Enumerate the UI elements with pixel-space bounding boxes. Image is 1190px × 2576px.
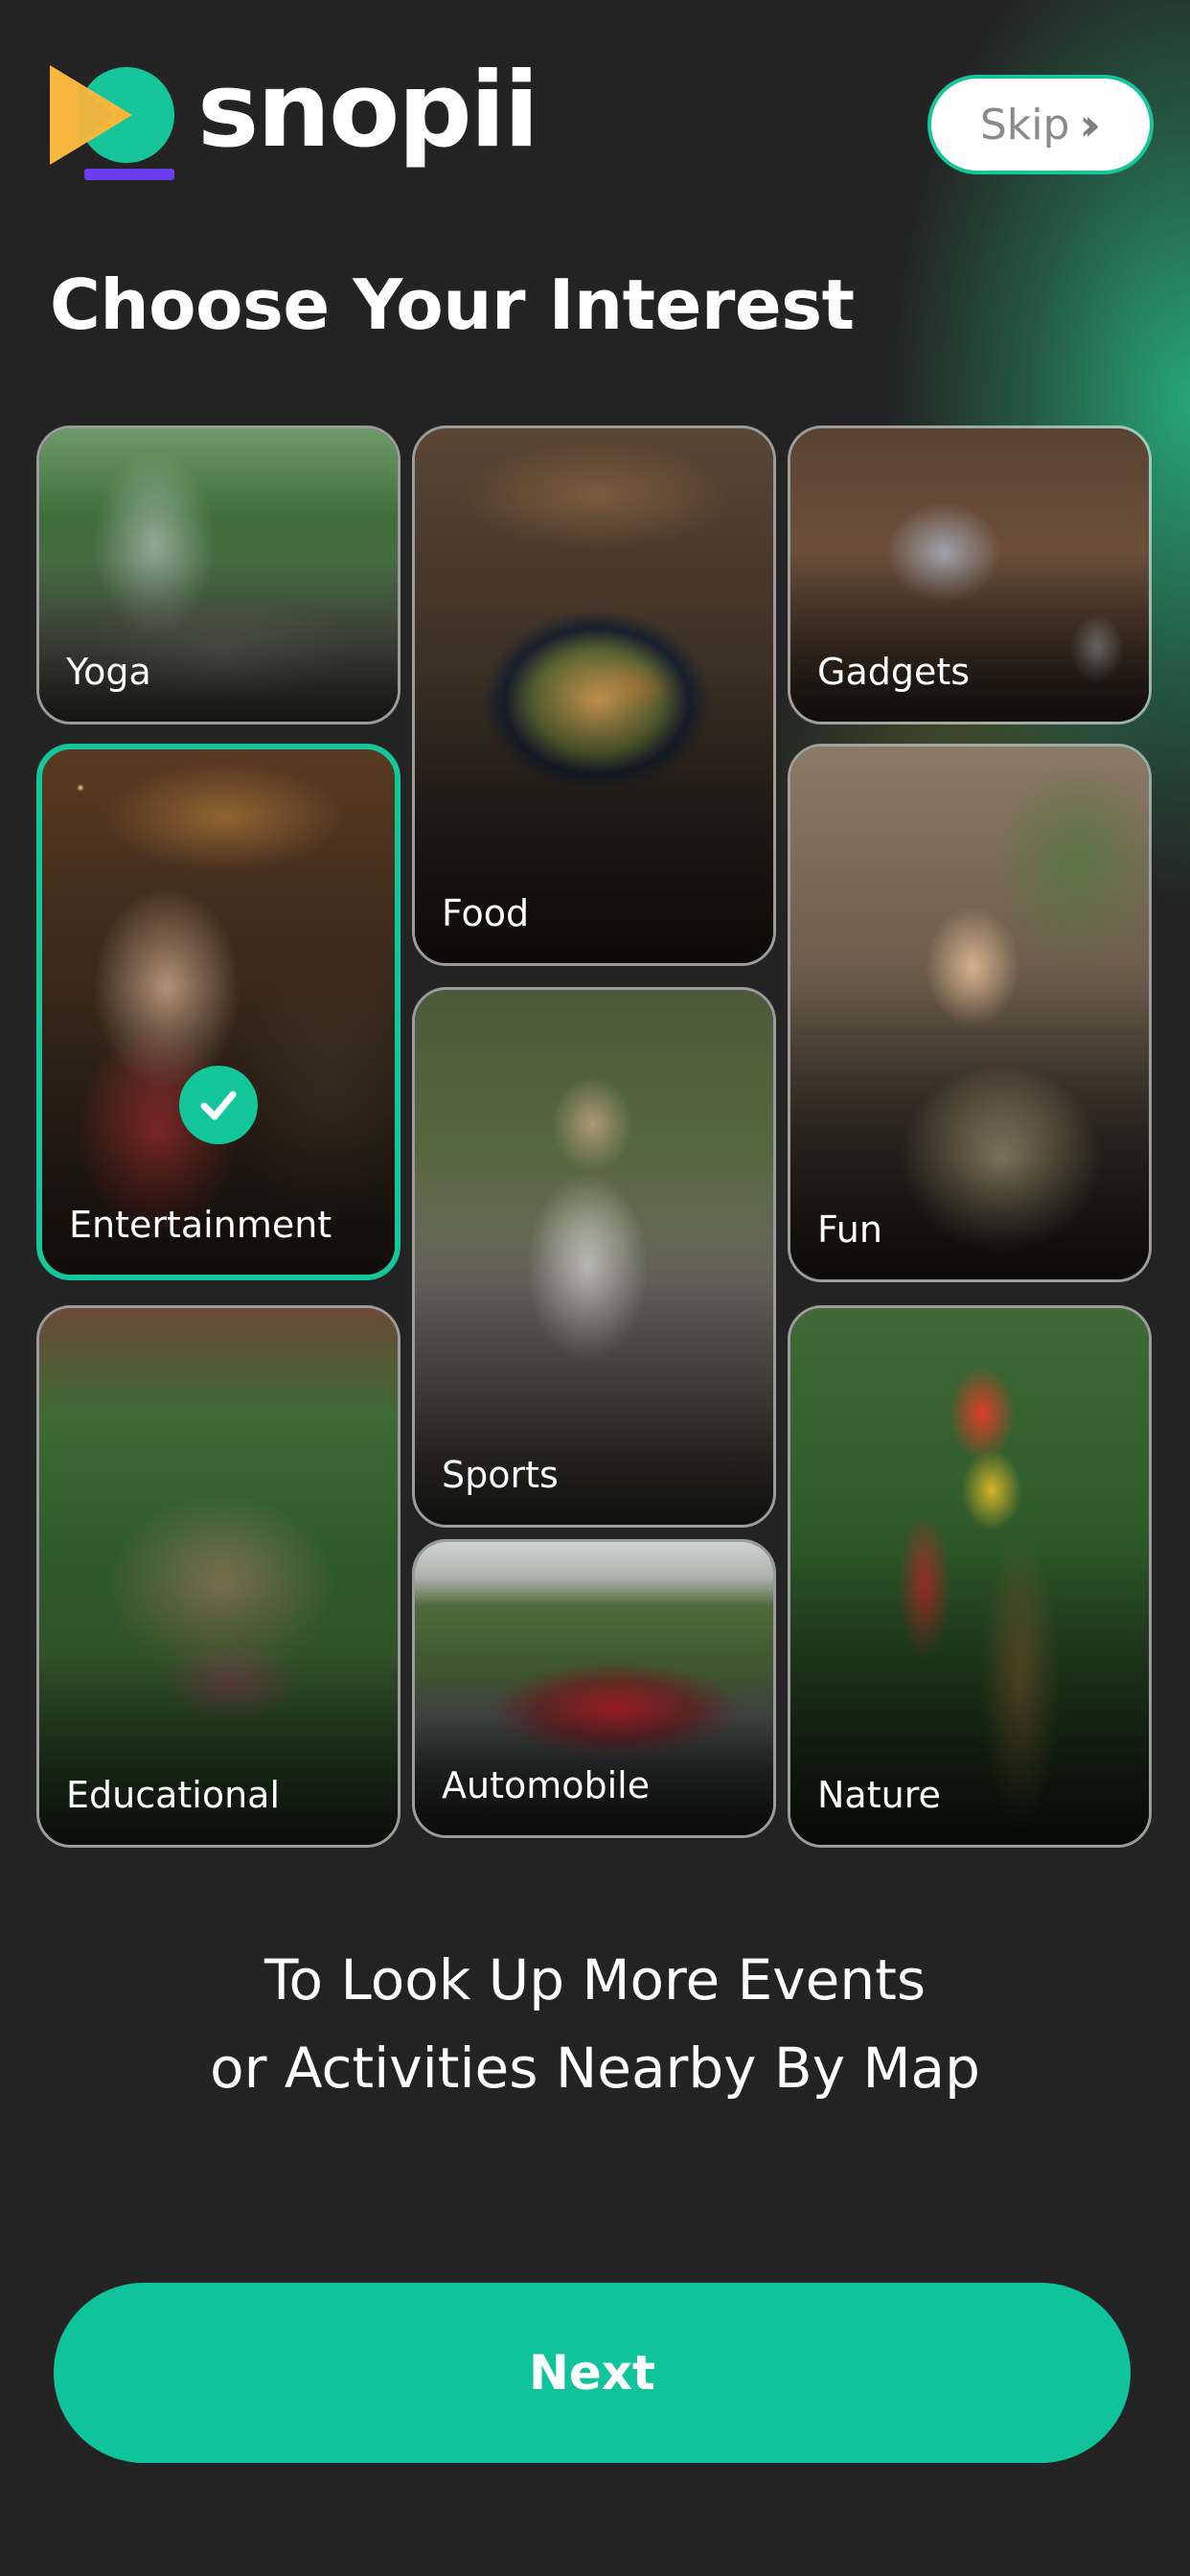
interest-label: Educational [66,1774,281,1816]
interest-selection-screen: snopii Skip ›› Choose Your Interest Yoga… [0,0,1190,2576]
interest-tile-entertainment[interactable]: Entertainment [36,744,400,1280]
interest-label: Fun [817,1208,882,1251]
brand-name: snopii [197,51,539,171]
app-logo-icon [50,65,174,182]
interest-label: Entertainment [69,1204,332,1246]
double-chevron-right-icon: ›› [1079,99,1101,150]
interest-tile-nature[interactable]: Nature [788,1305,1152,1848]
interest-label: Food [442,892,530,934]
interest-tile-sports[interactable]: Sports [412,987,776,1528]
next-button[interactable]: Next [54,2283,1131,2463]
interest-tile-gadgets[interactable]: Gadgets [788,426,1152,724]
interest-tile-yoga[interactable]: Yoga [36,426,400,724]
selected-check-icon [179,1066,258,1144]
interest-tile-educational[interactable]: Educational [36,1305,400,1848]
map-hint-line-1: To Look Up More Events [263,1947,927,2012]
interest-tile-automobile[interactable]: Automobile [412,1539,776,1838]
interest-label: Yoga [66,651,151,693]
interest-label: Automobile [442,1764,651,1806]
map-hint-line-2: or Activities Nearby By Map [210,2036,980,2101]
interest-label: Nature [817,1774,941,1816]
interest-label: Gadgets [817,651,971,693]
page-title: Choose Your Interest [50,264,855,345]
interest-tile-food[interactable]: Food [412,426,776,966]
skip-label: Skip [979,100,1070,150]
map-hint-text: To Look Up More Events or Activities Nea… [0,1936,1190,2112]
skip-button[interactable]: Skip ›› [927,75,1154,174]
interest-tile-fun[interactable]: Fun [788,744,1152,1282]
interest-label: Sports [442,1454,559,1496]
